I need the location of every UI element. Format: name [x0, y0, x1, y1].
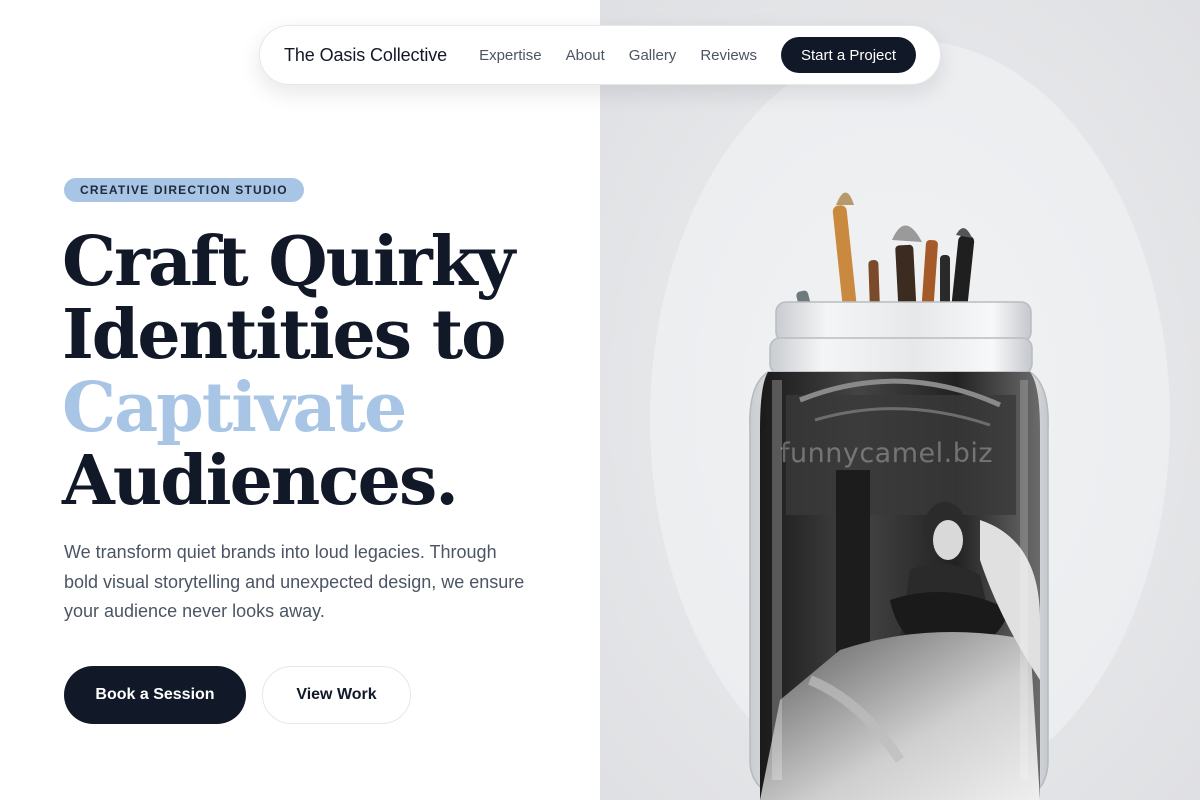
hero-image: funnycamel.biz	[600, 0, 1200, 800]
image-watermark: funnycamel.biz	[780, 438, 994, 469]
nav-links: Expertise About Gallery Reviews	[479, 47, 757, 64]
view-work-button[interactable]: View Work	[262, 666, 411, 724]
start-project-button[interactable]: Start a Project	[781, 37, 917, 73]
top-navbar: The Oasis Collective Expertise About Gal…	[259, 25, 941, 85]
book-session-button[interactable]: Book a Session	[64, 666, 246, 724]
nav-link-gallery[interactable]: Gallery	[629, 47, 677, 64]
nav-link-expertise[interactable]: Expertise	[479, 47, 542, 64]
hero-headline: Craft Quirky Identities to Captivate Aud…	[62, 226, 582, 518]
category-badge: CREATIVE DIRECTION STUDIO	[64, 178, 304, 202]
nav-link-about[interactable]: About	[566, 47, 605, 64]
brush-jar-photo	[600, 0, 1200, 800]
hero-subtitle: We transform quiet brands into loud lega…	[64, 542, 525, 621]
nav-link-reviews[interactable]: Reviews	[700, 47, 757, 64]
glass-jar	[749, 301, 1049, 800]
headline-accent-word: Captivate	[62, 368, 407, 448]
headline-line-1: Craft Quirky	[62, 222, 515, 302]
brand-logo[interactable]: The Oasis Collective	[284, 45, 447, 66]
headline-line-2: Identities to	[62, 295, 507, 375]
headline-line-4: Audiences.	[62, 441, 459, 521]
hero-left-panel: CREATIVE DIRECTION STUDIO Craft Quirky I…	[0, 0, 600, 800]
